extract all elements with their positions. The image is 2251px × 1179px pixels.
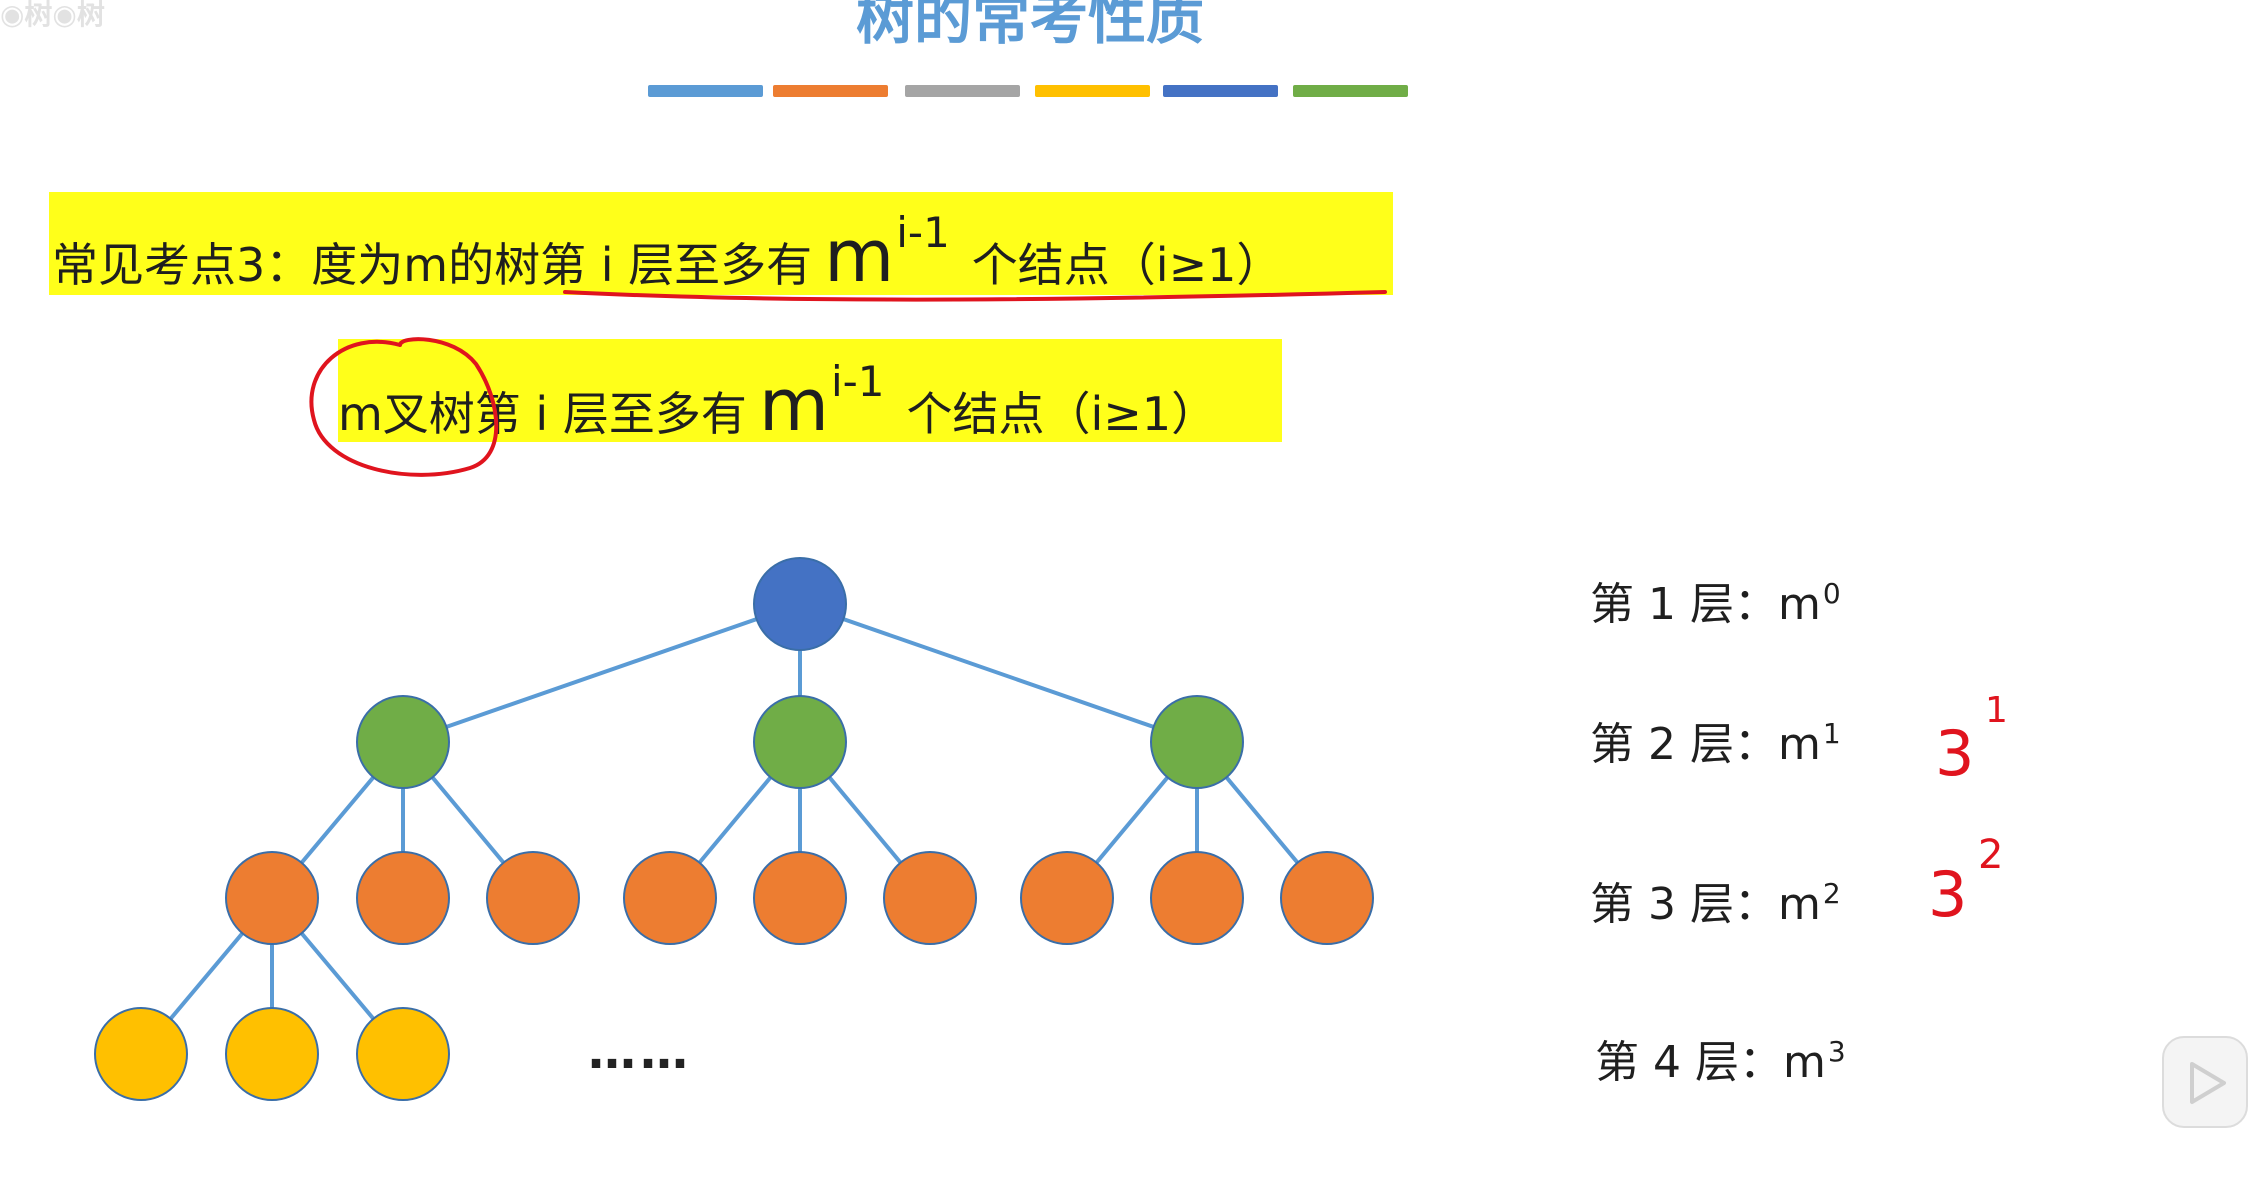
level-formula-exponent: 1 bbox=[1822, 717, 1841, 750]
level-3-node bbox=[1150, 851, 1244, 945]
level-2-node bbox=[1150, 695, 1244, 789]
handwritten-annotations bbox=[309, 290, 1387, 477]
handwritten-exponent: 1 bbox=[1985, 690, 2008, 731]
level-3-node bbox=[486, 851, 580, 945]
tree-edge bbox=[402, 602, 801, 744]
underline-stroke bbox=[563, 290, 1387, 302]
handwritten-exponent: 2 bbox=[1978, 832, 2003, 878]
level-formula-1: 第 1 层：m 0 bbox=[1590, 568, 1841, 632]
level-3-node bbox=[1280, 851, 1374, 945]
level-3-node bbox=[623, 851, 717, 945]
level-formula-4: 第 4 层：m 3 bbox=[1595, 1026, 1846, 1090]
tree-edge bbox=[799, 602, 1198, 744]
level-3-node bbox=[1020, 851, 1114, 945]
level-4-node bbox=[356, 1007, 450, 1101]
ellipsis: …… bbox=[588, 1024, 692, 1080]
level-3-node bbox=[356, 851, 450, 945]
level-formula-exponent: 2 bbox=[1822, 877, 1841, 910]
play-button[interactable] bbox=[2162, 1036, 2248, 1128]
circle-stroke bbox=[309, 337, 499, 477]
level-formula-label: 第 4 层：m bbox=[1595, 1037, 1826, 1088]
level-2-node bbox=[356, 695, 450, 789]
root-node bbox=[753, 557, 847, 651]
tree-diagram: 3 1 3 2 bbox=[94, 290, 2008, 1101]
handwritten-base: 3 bbox=[1928, 858, 1967, 931]
level-formula-label: 第 2 层：m bbox=[1590, 719, 1821, 770]
level-2-node bbox=[753, 695, 847, 789]
level-3-node bbox=[883, 851, 977, 945]
level-formula-exponent: 3 bbox=[1827, 1035, 1846, 1068]
level-formula-label: 第 3 层：m bbox=[1590, 879, 1821, 930]
level-formula-2: 第 2 层：m 1 bbox=[1590, 708, 1841, 772]
level-4-node bbox=[94, 1007, 188, 1101]
level-formula-3: 第 3 层：m 2 bbox=[1590, 868, 1841, 932]
level-formula-label: 第 1 层：m bbox=[1590, 579, 1821, 630]
play-icon bbox=[2190, 1062, 2226, 1104]
handwritten-base: 3 bbox=[1935, 717, 1974, 790]
level-3-node bbox=[225, 851, 319, 945]
tree-edges bbox=[139, 602, 1329, 1056]
tree-nodes bbox=[94, 557, 1374, 1101]
level-3-node bbox=[753, 851, 847, 945]
handwritten-powers: 3 1 3 2 bbox=[1928, 690, 2008, 931]
level-formula-exponent: 0 bbox=[1822, 577, 1841, 610]
level-4-node bbox=[225, 1007, 319, 1101]
